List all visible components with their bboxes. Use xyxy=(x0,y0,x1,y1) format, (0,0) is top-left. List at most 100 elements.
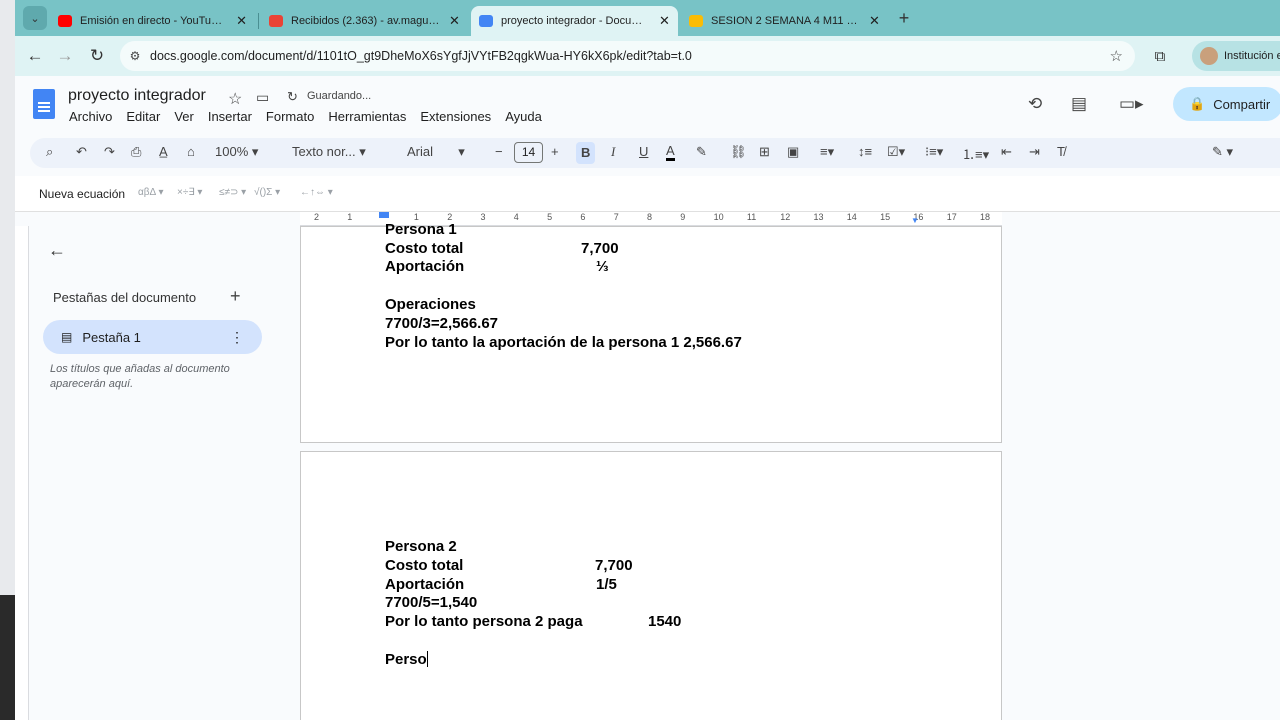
insert-image-icon[interactable]: ▣ xyxy=(787,144,799,160)
paint-format-icon[interactable]: ⌂ xyxy=(187,144,195,159)
ruler-tick-label: 2 xyxy=(314,212,320,222)
numbered-list-icon[interactable]: ⒈≡▾ xyxy=(962,144,989,163)
browser-tab-slides[interactable]: SESION 2 SEMANA 4 M11 G71. ✕ xyxy=(681,6,889,36)
new-equation-button[interactable]: Nueva ecuación xyxy=(39,187,125,201)
menu-archivo[interactable]: Archivo xyxy=(69,109,112,124)
spellcheck-icon[interactable]: A̲ xyxy=(159,144,168,159)
menu-bar: Archivo Editar Ver Insertar Formato Herr… xyxy=(69,109,556,124)
link-icon[interactable]: ⛓ xyxy=(730,144,747,160)
share-label: Compartir xyxy=(1213,96,1271,112)
checklist-icon[interactable]: ☑▾ xyxy=(887,144,905,160)
ruler-tick-label: 18 xyxy=(980,212,991,222)
profile-label: Institución e xyxy=(1224,50,1280,62)
menu-extensiones[interactable]: Extensiones xyxy=(420,109,491,124)
browser-tab-youtube[interactable]: Emisión en directo - YouTube St ✕ xyxy=(50,6,255,36)
docs-logo-icon[interactable] xyxy=(33,89,55,119)
undo-icon[interactable]: ↶ xyxy=(76,144,87,160)
tab-search-chevron-icon[interactable]: ⌄ xyxy=(23,6,47,30)
address-bar[interactable]: ⚙ docs.google.com/document/d/1101tO_gt9D… xyxy=(120,41,1135,71)
line-spacing-icon[interactable]: ↕≡ xyxy=(858,144,872,159)
panel-title: Pestañas del documento xyxy=(53,290,197,305)
relations-menu[interactable]: ≤≠⊃ ▾ xyxy=(219,187,246,198)
conclusion-line: Por lo tanto persona 2 paga xyxy=(385,613,583,630)
ruler-tick-label: 12 xyxy=(780,212,791,222)
extensions-icon[interactable]: ⧉ xyxy=(1148,44,1172,68)
add-comment-icon[interactable]: ⊞ xyxy=(759,144,770,160)
tab-pestana-1[interactable]: ▤ Pestaña 1 ⋮ xyxy=(43,320,262,354)
tab-label: Pestaña 1 xyxy=(82,329,141,345)
style-select[interactable]: Texto nor... ▾ xyxy=(292,144,366,160)
browser-tab-gmail[interactable]: Recibidos (2.363) - av.maguada ✕ xyxy=(261,6,469,36)
calculo-line: 7700/5=1,540 xyxy=(385,594,478,611)
close-tab-icon[interactable]: ✕ xyxy=(236,13,247,29)
close-tab-icon[interactable]: ✕ xyxy=(449,13,460,29)
back-arrow-icon[interactable]: ← xyxy=(48,240,66,261)
version-history-icon[interactable]: ⟲ xyxy=(1028,94,1042,114)
math-operators-menu[interactable]: √()Σ ▾ xyxy=(254,187,280,198)
new-tab-icon[interactable]: + xyxy=(892,6,916,30)
menu-ver[interactable]: Ver xyxy=(174,109,194,124)
arrows-menu[interactable]: ←↑⇔ ▾ xyxy=(300,187,333,198)
document-title[interactable]: proyecto integrador xyxy=(68,87,206,105)
meet-video-icon[interactable]: ▭▸ xyxy=(1119,94,1144,114)
menu-editar[interactable]: Editar xyxy=(126,109,160,124)
share-button[interactable]: 🔒 Compartir xyxy=(1173,87,1280,121)
browser-tab-docs[interactable]: proyecto integrador - Documen ✕ xyxy=(471,6,678,36)
menu-formato[interactable]: Formato xyxy=(266,109,314,124)
menu-ayuda[interactable]: Ayuda xyxy=(505,109,542,124)
costo-total-value: 7,700 xyxy=(581,240,619,257)
right-indent-marker[interactable]: ▼ xyxy=(911,216,919,225)
document-page-1[interactable]: Persona 1 Costo total 7,700 Aportación ⅓… xyxy=(300,221,1002,443)
font-size-input[interactable]: 14 xyxy=(514,142,543,163)
align-icon[interactable]: ≡▾ xyxy=(820,144,834,160)
move-folder-icon[interactable]: ▭ xyxy=(256,89,269,106)
misc-operations-menu[interactable]: ×÷∃ ▾ xyxy=(177,187,202,198)
docs-icon xyxy=(479,15,493,27)
font-select[interactable]: Arial ▾ xyxy=(407,144,465,160)
bookmark-star-icon[interactable]: ☆ xyxy=(1110,47,1123,65)
editing-mode-icon[interactable]: ✎ ▾ xyxy=(1212,144,1233,160)
italic-button[interactable]: I xyxy=(611,144,615,160)
browser-nav-bar: ← → ↻ ⚙ docs.google.com/document/d/1101t… xyxy=(15,36,1280,76)
close-tab-icon[interactable]: ✕ xyxy=(869,13,880,29)
underline-button[interactable]: U xyxy=(639,144,648,159)
more-options-icon[interactable]: ⋮ xyxy=(230,329,244,346)
vertical-ruler[interactable] xyxy=(15,226,29,720)
zoom-select[interactable]: 100% ▾ xyxy=(215,144,258,160)
bulleted-list-icon[interactable]: ⁝≡▾ xyxy=(925,144,943,160)
highlight-icon[interactable]: ✎ xyxy=(696,144,707,160)
increase-font-size-icon[interactable]: + xyxy=(551,144,559,159)
left-indent-marker[interactable] xyxy=(379,212,389,218)
reload-icon[interactable]: ↻ xyxy=(85,44,109,68)
bold-button[interactable]: B xyxy=(576,142,596,164)
lock-icon: 🔒 xyxy=(1189,96,1206,111)
decrease-indent-icon[interactable]: ⇤ xyxy=(1001,144,1012,160)
text-color-button[interactable]: A xyxy=(666,144,675,161)
increase-indent-icon[interactable]: ⇥ xyxy=(1029,144,1040,160)
star-icon[interactable]: ☆ xyxy=(228,89,242,109)
document-outline-panel: ← Pestañas del documento + ▤ Pestaña 1 ⋮… xyxy=(30,226,300,720)
url-text: docs.google.com/document/d/1101tO_gt9Dhe… xyxy=(150,49,692,63)
slides-icon xyxy=(689,15,703,27)
redo-icon[interactable]: ↷ xyxy=(104,144,115,160)
clear-formatting-icon[interactable]: T̸ xyxy=(1057,144,1065,159)
document-page-2[interactable]: Persona 2 Costo total 7,700 Aportación 1… xyxy=(300,451,1002,720)
forward-arrow-icon[interactable]: → xyxy=(53,44,77,68)
search-menus-icon[interactable]: ⌕ xyxy=(46,144,53,160)
greek-letters-menu[interactable]: αβΔ ▾ xyxy=(138,187,163,198)
aportacion-label: Aportación xyxy=(385,258,465,275)
site-settings-icon[interactable]: ⚙ xyxy=(120,49,150,63)
back-arrow-icon[interactable]: ← xyxy=(23,44,47,68)
decrease-font-size-icon[interactable]: − xyxy=(495,144,503,159)
add-tab-icon[interactable]: + xyxy=(230,286,241,307)
ruler-tick-label: 5 xyxy=(547,212,553,222)
comments-icon[interactable]: ▤ xyxy=(1071,94,1087,114)
ruler-tick-label: 11 xyxy=(746,212,757,222)
menu-insertar[interactable]: Insertar xyxy=(208,109,252,124)
profile-chip[interactable]: Institución e xyxy=(1192,41,1280,71)
text-cursor xyxy=(426,651,428,667)
close-tab-icon[interactable]: ✕ xyxy=(659,13,670,29)
menu-herramientas[interactable]: Herramientas xyxy=(328,109,406,124)
print-icon[interactable]: ⎙ xyxy=(131,144,141,160)
tab-title: Recibidos (2.363) - av.maguada xyxy=(291,15,441,27)
